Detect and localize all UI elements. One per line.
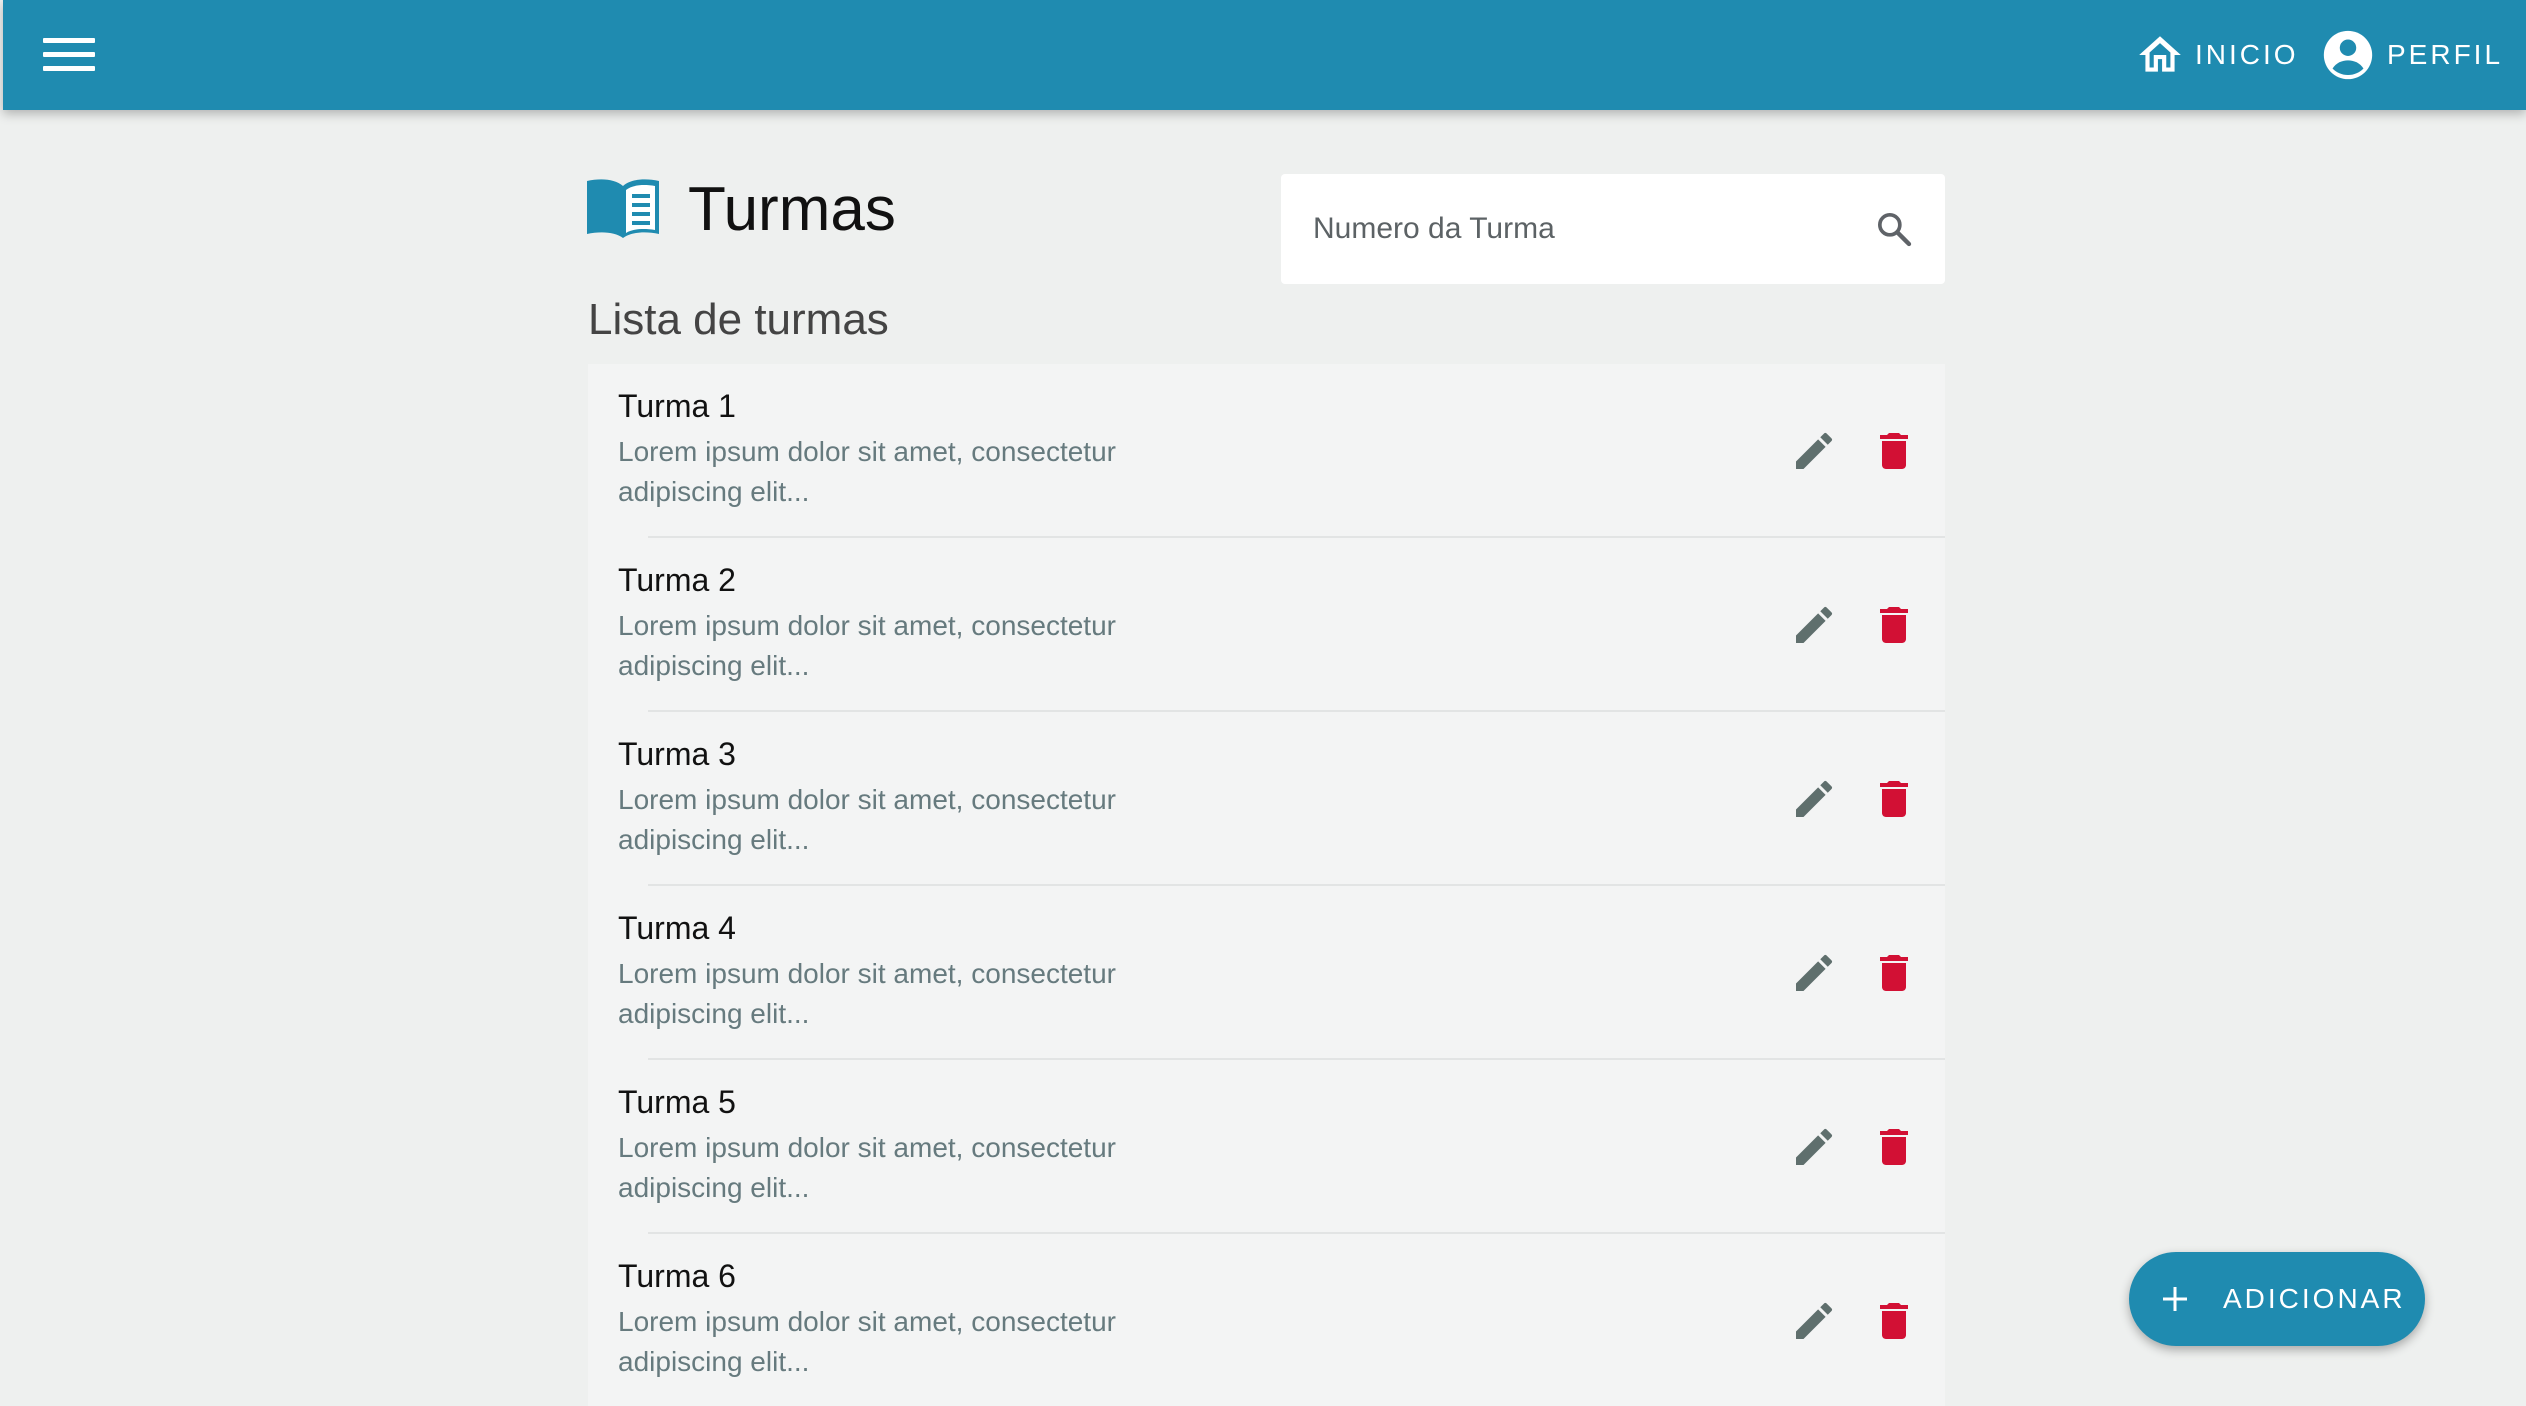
plus-icon xyxy=(2163,1287,2187,1311)
nav-inicio-label: INICIO xyxy=(2195,39,2299,70)
list-item[interactable]: Turma 6 Lorem ipsum dolor sit amet, cons… xyxy=(588,1234,1945,1406)
list-item-description: Lorem ipsum dolor sit amet, consectetur … xyxy=(618,784,1116,855)
list-item-description: Lorem ipsum dolor sit amet, consectetur … xyxy=(618,958,1116,1029)
list-item-description: Lorem ipsum dolor sit amet, consectetur … xyxy=(618,436,1116,507)
add-button-label: ADICIONAR xyxy=(2223,1283,2406,1314)
search-input[interactable] xyxy=(1313,174,1853,284)
hamburger-menu-icon[interactable] xyxy=(39,32,99,78)
list-item-title: Turma 1 xyxy=(618,388,736,424)
pencil-edit-icon[interactable] xyxy=(1790,775,1838,823)
list-item[interactable]: Turma 4 Lorem ipsum dolor sit amet, cons… xyxy=(588,886,1945,1060)
page-title: Turmas xyxy=(688,175,896,244)
list-item-title: Turma 6 xyxy=(618,1258,736,1294)
pencil-edit-icon[interactable] xyxy=(1790,1123,1838,1171)
nav-inicio-button[interactable]: INICIO xyxy=(2135,24,2299,86)
pencil-edit-icon[interactable] xyxy=(1790,1297,1838,1345)
pencil-edit-icon[interactable] xyxy=(1790,601,1838,649)
list-item[interactable]: Turma 2 Lorem ipsum dolor sit amet, cons… xyxy=(588,538,1945,712)
search-box xyxy=(1281,174,1945,284)
list-item-title: Turma 3 xyxy=(618,736,736,772)
list-item[interactable]: Turma 3 Lorem ipsum dolor sit amet, cons… xyxy=(588,712,1945,886)
trash-delete-icon[interactable] xyxy=(1870,601,1918,649)
account-circle-icon xyxy=(2319,26,2377,84)
list-item[interactable]: Turma 5 Lorem ipsum dolor sit amet, cons… xyxy=(588,1060,1945,1234)
page-subtitle: Lista de turmas xyxy=(588,295,889,344)
open-book-icon xyxy=(585,176,661,240)
home-icon xyxy=(2135,30,2185,80)
app-bar: INICIO PERFIL xyxy=(3,0,2526,110)
turmas-list: Turma 1 Lorem ipsum dolor sit amet, cons… xyxy=(588,364,1945,1406)
trash-delete-icon[interactable] xyxy=(1870,949,1918,997)
nav-perfil-label: PERFIL xyxy=(2387,39,2504,70)
pencil-edit-icon[interactable] xyxy=(1790,427,1838,475)
list-item-title: Turma 2 xyxy=(618,562,736,598)
list-item-title: Turma 4 xyxy=(618,910,736,946)
list-item-description: Lorem ipsum dolor sit amet, consectetur … xyxy=(618,1132,1116,1203)
search-icon[interactable] xyxy=(1874,209,1914,249)
pencil-edit-icon[interactable] xyxy=(1790,949,1838,997)
trash-delete-icon[interactable] xyxy=(1870,1123,1918,1171)
trash-delete-icon[interactable] xyxy=(1870,427,1918,475)
nav-perfil-button[interactable]: PERFIL xyxy=(2319,24,2503,86)
trash-delete-icon[interactable] xyxy=(1870,775,1918,823)
list-item-title: Turma 5 xyxy=(618,1084,736,1120)
list-item-description: Lorem ipsum dolor sit amet, consectetur … xyxy=(618,610,1116,681)
list-item[interactable]: Turma 1 Lorem ipsum dolor sit amet, cons… xyxy=(588,364,1945,538)
add-turma-button[interactable]: ADICIONAR xyxy=(2129,1252,2425,1346)
trash-delete-icon[interactable] xyxy=(1870,1297,1918,1345)
list-item-description: Lorem ipsum dolor sit amet, consectetur … xyxy=(618,1306,1116,1377)
